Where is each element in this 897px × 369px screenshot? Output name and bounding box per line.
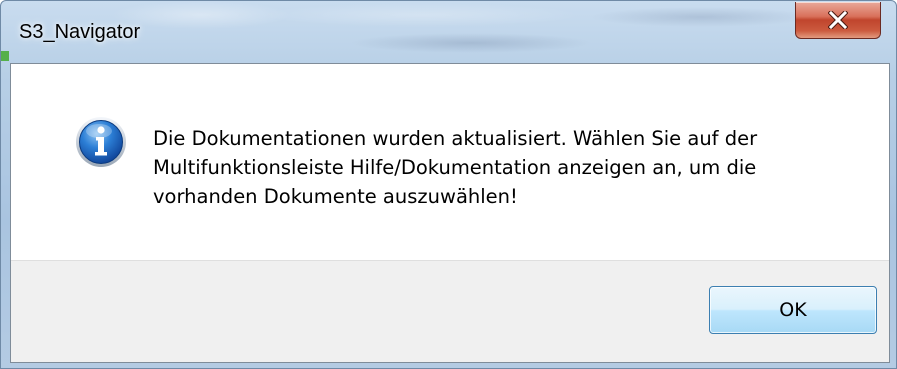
window-title: S3_Navigator [19,21,141,43]
titlebar[interactable]: S3_Navigator [1,1,896,63]
close-icon [828,11,848,29]
dialog-message: Die Dokumentationen wurden aktualisiert.… [153,127,758,208]
message-box-window: S3_Navigator Die Dokumentationen wurden … [0,0,897,369]
ok-button[interactable]: OK [709,286,877,334]
close-button[interactable] [795,2,881,39]
message-area: Die Dokumentationen wurden aktualisiert.… [11,64,889,260]
button-area: OK [11,260,889,362]
dialog-client-area: Die Dokumentationen wurden aktualisiert.… [10,63,890,363]
information-icon [75,116,127,168]
